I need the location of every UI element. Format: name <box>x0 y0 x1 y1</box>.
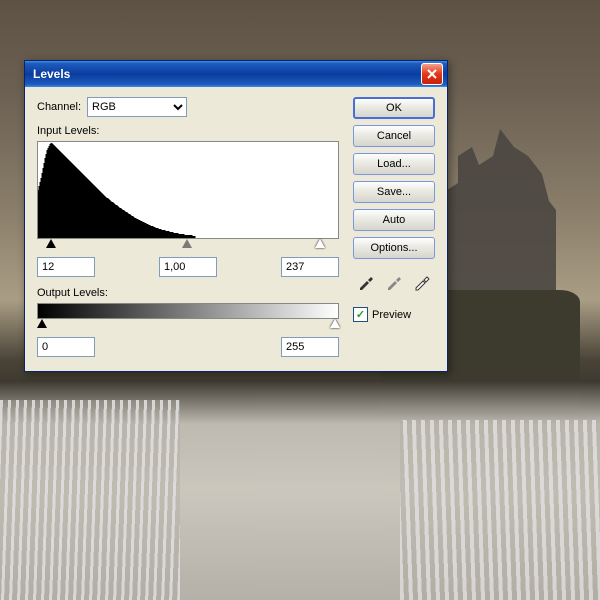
background-castle <box>430 120 570 300</box>
channel-label: Channel: <box>37 101 81 113</box>
input-slider-track[interactable] <box>37 239 339 251</box>
background-waterfall <box>0 380 600 600</box>
histogram <box>37 141 339 239</box>
save-button[interactable]: Save... <box>353 181 435 203</box>
load-button[interactable]: Load... <box>353 153 435 175</box>
output-levels-label: Output Levels: <box>37 287 339 299</box>
input-levels-label: Input Levels: <box>37 125 339 137</box>
output-white-field[interactable] <box>281 337 339 357</box>
output-gradient <box>37 303 339 319</box>
histogram-bars <box>38 142 196 238</box>
eyedropper-black-icon[interactable] <box>357 273 375 291</box>
input-black-field[interactable] <box>37 257 95 277</box>
input-gray-slider[interactable] <box>182 239 192 248</box>
levels-dialog: Levels Channel: RGB Input Levels: <box>24 60 448 372</box>
output-white-slider[interactable] <box>330 319 340 328</box>
close-icon <box>427 69 437 79</box>
output-slider-track[interactable] <box>37 319 339 331</box>
eyedropper-row <box>353 273 435 291</box>
left-panel: Channel: RGB Input Levels: Output Levels… <box>37 97 339 357</box>
auto-button[interactable]: Auto <box>353 209 435 231</box>
close-button[interactable] <box>421 63 443 85</box>
channel-select[interactable]: RGB <box>87 97 187 117</box>
eyedropper-gray-icon[interactable] <box>385 273 403 291</box>
input-mid-field[interactable] <box>159 257 217 277</box>
preview-label: Preview <box>372 309 411 321</box>
ok-button[interactable]: OK <box>353 97 435 119</box>
input-white-slider[interactable] <box>315 239 325 248</box>
input-values-row <box>37 257 339 277</box>
dialog-content: Channel: RGB Input Levels: Output Levels… <box>25 87 447 371</box>
channel-row: Channel: RGB <box>37 97 339 117</box>
cancel-button[interactable]: Cancel <box>353 125 435 147</box>
input-white-field[interactable] <box>281 257 339 277</box>
right-panel: OK Cancel Load... Save... Auto Options..… <box>353 97 435 357</box>
input-black-slider[interactable] <box>46 239 56 248</box>
titlebar[interactable]: Levels <box>25 61 447 87</box>
preview-checkbox[interactable]: ✓ <box>353 307 368 322</box>
options-button[interactable]: Options... <box>353 237 435 259</box>
dialog-title: Levels <box>29 67 421 81</box>
output-black-slider[interactable] <box>37 319 47 328</box>
eyedropper-white-icon[interactable] <box>413 273 431 291</box>
preview-row: ✓ Preview <box>353 307 435 322</box>
output-values-row <box>37 337 339 357</box>
output-black-field[interactable] <box>37 337 95 357</box>
